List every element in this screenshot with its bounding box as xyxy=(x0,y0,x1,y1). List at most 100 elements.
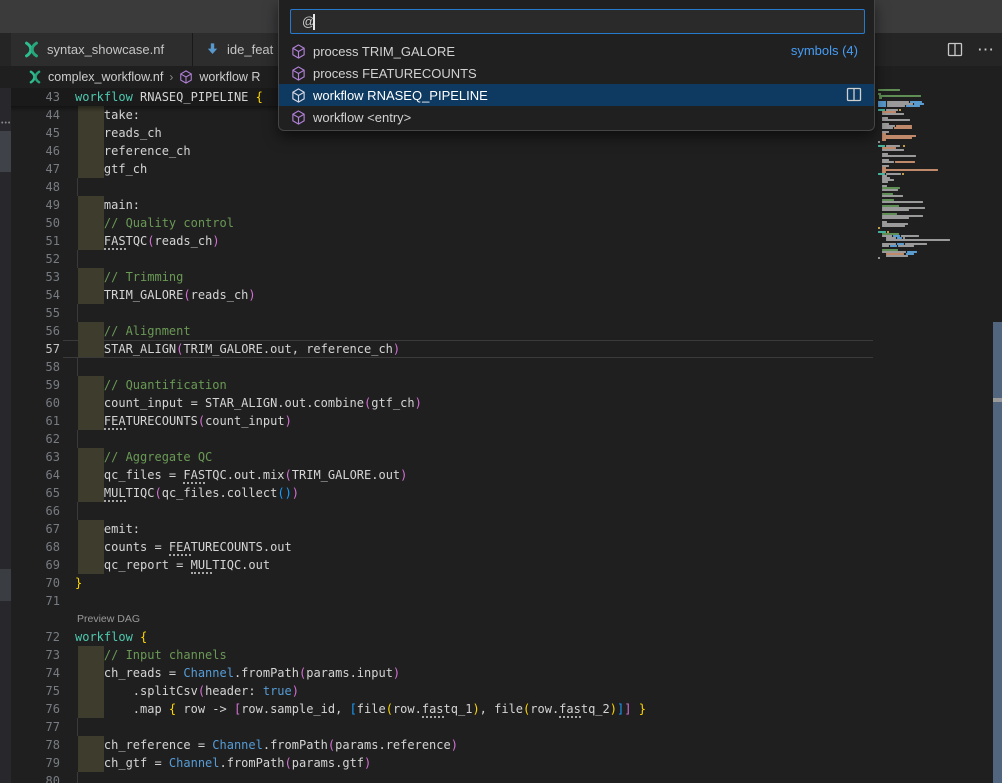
code-line[interactable]: 79 ch_gtf = Channel.fromPath(params.gtf) xyxy=(0,754,875,772)
code-line[interactable]: 69 qc_report = MULTIQC.out xyxy=(0,556,875,574)
code-line[interactable]: 58 xyxy=(0,358,875,376)
code-line[interactable]: 49 main: xyxy=(0,196,875,214)
code-text: counts = FEATURECOUNTS.out xyxy=(75,538,292,556)
indent-guide xyxy=(77,250,78,268)
line-number: 80 xyxy=(28,772,60,783)
code-line[interactable]: 50 // Quality control xyxy=(0,214,875,232)
code-line[interactable]: 67 emit: xyxy=(0,520,875,538)
code-line[interactable]: 77 xyxy=(0,718,875,736)
code-line[interactable]: 72workflow { xyxy=(0,628,875,646)
editor-pane[interactable]: 43workflow RNASEQ_PIPELINE {44 take:45 r… xyxy=(0,88,1002,783)
code-text: emit: xyxy=(75,520,140,538)
minimap-line xyxy=(882,209,909,211)
code-line[interactable]: 56 // Alignment xyxy=(0,322,875,340)
code-line[interactable]: 61 FEATURECOUNTS(count_input) xyxy=(0,412,875,430)
overview-ruler-cursor-mark xyxy=(993,398,1002,402)
line-number: 59 xyxy=(28,376,60,394)
code-line[interactable]: 53 // Trimming xyxy=(0,268,875,286)
quickopen-item[interactable]: process FEATURECOUNTS xyxy=(279,62,874,84)
open-to-side-icon[interactable] xyxy=(846,87,862,102)
nextflow-logo-icon xyxy=(28,70,42,84)
breadcrumb-file[interactable]: complex_workflow.nf xyxy=(48,70,163,84)
code-line[interactable]: 76 .map { row -> [row.sample_id, [file(r… xyxy=(0,700,875,718)
quickopen-item[interactable]: workflow RNASEQ_PIPELINE xyxy=(279,84,874,106)
minimap-line xyxy=(902,173,904,175)
code-line[interactable]: 52 xyxy=(0,250,875,268)
code-text: ch_reads = Channel.fromPath(params.input… xyxy=(75,664,400,682)
tab-syntax-showcase[interactable]: syntax_showcase.nf xyxy=(11,33,193,66)
minimap-line xyxy=(882,139,886,141)
quickopen-item[interactable]: workflow <entry> xyxy=(279,106,874,128)
code-text: reference_ch xyxy=(75,142,191,160)
symbol-cube-icon xyxy=(291,88,306,103)
quick-open-input-box[interactable] xyxy=(290,9,865,34)
code-text: TRIM_GALORE(reads_ch) xyxy=(75,286,256,304)
line-number: 77 xyxy=(28,718,60,736)
code-line[interactable]: 64 qc_files = FASTQC.out.mix(TRIM_GALORE… xyxy=(0,466,875,484)
split-editor-icon[interactable] xyxy=(947,42,963,57)
blue-down-arrow-icon xyxy=(205,42,220,57)
quick-open-input[interactable] xyxy=(291,10,864,33)
nextflow-logo-icon xyxy=(23,41,40,58)
line-number: 71 xyxy=(28,592,60,610)
code-line[interactable]: 63 // Aggregate QC xyxy=(0,448,875,466)
indent-guide xyxy=(77,502,78,520)
line-number: 48 xyxy=(28,178,60,196)
code-text: gtf_ch xyxy=(75,160,147,178)
codelens-preview-dag[interactable]: Preview DAG xyxy=(77,610,140,628)
editor-actions: ⋯ xyxy=(947,33,994,66)
code-text: // Input channels xyxy=(75,646,227,664)
code-line[interactable]: 68 counts = FEATURECOUNTS.out xyxy=(0,538,875,556)
breadcrumb-symbol[interactable]: workflow R xyxy=(199,70,260,84)
code-area[interactable]: 43workflow RNASEQ_PIPELINE {44 take:45 r… xyxy=(0,88,875,783)
code-text: FASTQC(reads_ch) xyxy=(75,232,220,250)
strip-dots-decoration: ••• xyxy=(1,120,11,127)
code-text: ch_reference = Channel.fromPath(params.r… xyxy=(75,736,458,754)
tab-ide-features[interactable]: ide_feat xyxy=(193,33,279,66)
code-line[interactable]: 70} xyxy=(0,574,875,592)
code-line[interactable]: 65 MULTIQC(qc_files.collect()) xyxy=(0,484,875,502)
code-line[interactable]: 75 .splitCsv(header: true) xyxy=(0,682,875,700)
vscode-window: syntax_showcase.nf ide_feat ⋯ xyxy=(0,0,1002,783)
minimap[interactable] xyxy=(878,89,978,389)
line-number: 61 xyxy=(28,412,60,430)
code-line[interactable]: 46 reference_ch xyxy=(0,142,875,160)
quickopen-item[interactable]: process TRIM_GALOREsymbols (4) xyxy=(279,40,874,62)
minimap-line xyxy=(882,181,888,183)
code-line[interactable]: 54 TRIM_GALORE(reads_ch) xyxy=(0,286,875,304)
minimap-line xyxy=(882,155,916,157)
quickopen-item-label: workflow RNASEQ_PIPELINE xyxy=(313,88,488,103)
code-line[interactable]: 51 FASTQC(reads_ch) xyxy=(0,232,875,250)
code-line[interactable]: 66 xyxy=(0,502,875,520)
code-line[interactable]: 47 gtf_ch xyxy=(0,160,875,178)
left-gutter-strip: ••• xyxy=(0,88,11,783)
minimap-line xyxy=(882,137,912,139)
code-line[interactable]: 60 count_input = STAR_ALIGN.out.combine(… xyxy=(0,394,875,412)
code-line[interactable]: 73 // Input channels xyxy=(0,646,875,664)
code-line[interactable]: 80 xyxy=(0,772,875,783)
code-line[interactable]: 78 ch_reference = Channel.fromPath(param… xyxy=(0,736,875,754)
line-number: 62 xyxy=(28,430,60,448)
code-line[interactable]: 55 xyxy=(0,304,875,322)
code-line[interactable]: 59 // Quantification xyxy=(0,376,875,394)
code-line[interactable]: 62 xyxy=(0,430,875,448)
line-number: 76 xyxy=(28,700,60,718)
line-number: 46 xyxy=(28,142,60,160)
minimap-line xyxy=(882,119,910,121)
code-text: .map { row -> [row.sample_id, [file(row.… xyxy=(75,700,646,718)
more-actions-icon[interactable]: ⋯ xyxy=(977,45,994,55)
code-line[interactable]: 71 xyxy=(0,592,875,610)
line-number: 66 xyxy=(28,502,60,520)
code-line[interactable]: 57 STAR_ALIGN(TRIM_GALORE.out, reference… xyxy=(0,340,875,358)
code-line[interactable]: 74 ch_reads = Channel.fromPath(params.in… xyxy=(0,664,875,682)
minimap-line xyxy=(882,149,904,151)
line-number: 63 xyxy=(28,448,60,466)
minimap-line xyxy=(886,239,950,241)
symbols-count-link[interactable]: symbols (4) xyxy=(791,43,858,58)
vertical-scrollbar[interactable] xyxy=(993,322,1002,783)
code-line[interactable]: 48 xyxy=(0,178,875,196)
line-number: 69 xyxy=(28,556,60,574)
minimap-line xyxy=(898,245,914,247)
line-number: 78 xyxy=(28,736,60,754)
line-number: 60 xyxy=(28,394,60,412)
